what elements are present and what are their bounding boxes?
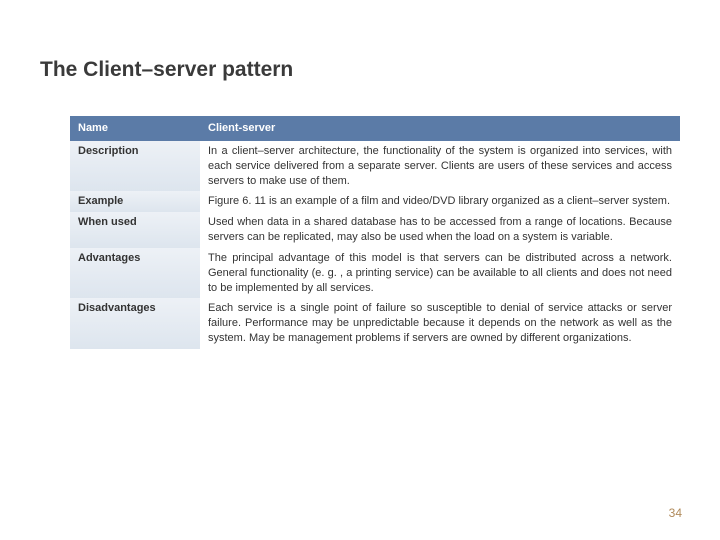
page-number: 34: [669, 506, 682, 520]
row-value: Used when data in a shared database has …: [200, 212, 680, 248]
row-name: Description: [70, 141, 200, 192]
table-header-row: Name Client-server: [70, 116, 680, 141]
table-row: Advantages The principal advantage of th…: [70, 248, 680, 299]
row-value: Figure 6. 11 is an example of a film and…: [200, 191, 680, 212]
row-value: In a client–server architecture, the fun…: [200, 141, 680, 192]
pattern-table: Name Client-server Description In a clie…: [70, 116, 680, 349]
row-name: Disadvantages: [70, 298, 200, 349]
row-name: Example: [70, 191, 200, 212]
table-row: Disadvantages Each service is a single p…: [70, 298, 680, 349]
row-name: When used: [70, 212, 200, 248]
header-value: Client-server: [200, 116, 680, 141]
row-name: Advantages: [70, 248, 200, 299]
slide: The Client–server pattern Name Client-se…: [0, 0, 720, 540]
table-row: When used Used when data in a shared dat…: [70, 212, 680, 248]
table-row: Example Figure 6. 11 is an example of a …: [70, 191, 680, 212]
header-name: Name: [70, 116, 200, 141]
page-title: The Client–server pattern: [40, 58, 680, 82]
row-value: The principal advantage of this model is…: [200, 248, 680, 299]
row-value: Each service is a single point of failur…: [200, 298, 680, 349]
table-row: Description In a client–server architect…: [70, 141, 680, 192]
